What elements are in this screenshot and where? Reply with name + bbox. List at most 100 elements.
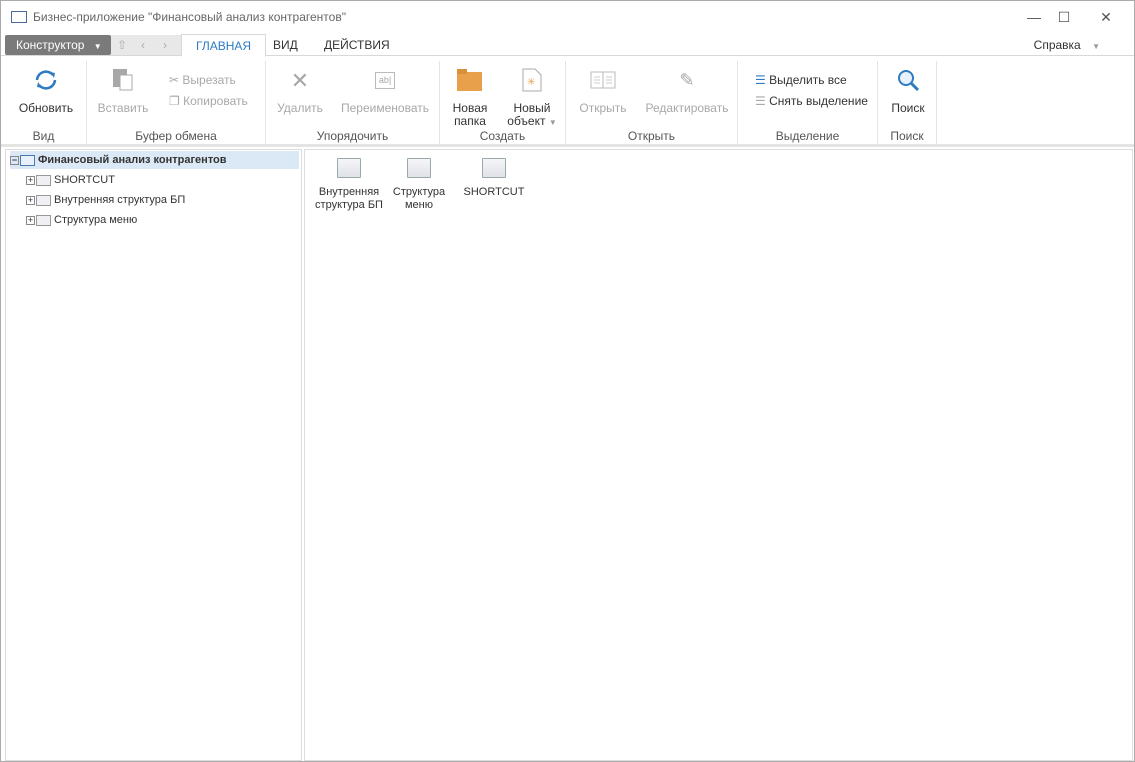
edit-button[interactable]: ✎ Редактировать <box>642 65 732 115</box>
group-view: Обновить Вид <box>1 61 87 145</box>
item-label: Структура <box>392 186 446 198</box>
group-open: Открыть ✎ Редактировать Открыть <box>566 61 738 145</box>
title-bar: Бизнес-приложение "Финансовый анализ кон… <box>1 1 1134 33</box>
item-label: меню <box>404 199 433 211</box>
constructor-dropdown[interactable]: Конструктор ▼ <box>5 35 111 55</box>
new-object-icon: ✳ <box>522 68 542 92</box>
select-all-button[interactable]: ☰ Выделить все <box>755 73 847 87</box>
content-pane: Внутренняя структура БП Структура меню SHO… <box>304 149 1133 761</box>
forward-icon[interactable]: › <box>163 35 167 55</box>
paste-icon <box>113 69 133 91</box>
search-icon <box>898 70 920 92</box>
rename-label: Переименовать <box>341 101 429 115</box>
cut-label: Вырезать <box>182 73 236 87</box>
tab-home[interactable]: ГЛАВНАЯ <box>181 34 267 57</box>
group-search: Поиск Поиск <box>878 61 937 145</box>
folder-icon <box>337 158 361 178</box>
tree-root-label: Финансовый анализ контрагентов <box>38 154 227 166</box>
app-icon <box>11 11 27 23</box>
search-button[interactable]: Поиск <box>884 65 932 115</box>
delete-button[interactable]: ✕ Удалить <box>274 65 326 115</box>
rename-button[interactable]: ab| Переименовать <box>340 65 430 115</box>
content-item[interactable]: Структура меню <box>389 158 449 212</box>
tree-item[interactable]: + Внутренняя структура БП <box>26 191 185 209</box>
group-label: Выделение <box>775 129 840 143</box>
refresh-button[interactable]: Обновить <box>15 65 77 115</box>
pencil-icon: ✎ <box>679 69 695 90</box>
deselect-label: Снять выделение <box>769 94 868 108</box>
group-label: Буфер обмена <box>135 129 217 143</box>
deselect-button[interactable]: ☰ Снять выделение <box>755 94 868 108</box>
group-label: Поиск <box>890 129 924 143</box>
content-item[interactable]: SHORTCUT <box>461 158 527 199</box>
open-button[interactable]: Открыть <box>574 65 632 115</box>
up-icon[interactable]: ⇧ <box>117 35 127 55</box>
select-all-icon: ☰ <box>755 73 766 87</box>
new-folder-label-1: Новая <box>452 101 488 115</box>
paste-label: Вставить <box>97 101 149 115</box>
ribbon: Обновить Вид Вставить ✂ Вырезать ❐ Копир… <box>1 57 1134 147</box>
scissors-icon: ✂ <box>169 73 180 87</box>
paste-button[interactable]: Вставить <box>95 65 151 115</box>
expand-icon[interactable]: + <box>26 215 35 225</box>
item-label: SHORTCUT <box>463 186 525 198</box>
collapse-icon[interactable]: − <box>10 155 19 165</box>
tree-root[interactable]: − Финансовый анализ контрагентов <box>10 151 299 169</box>
chevron-down-icon: ▼ <box>93 42 102 51</box>
folder-icon <box>36 194 51 206</box>
new-object-button[interactable]: ✳ Новый объект ▼ <box>504 65 560 129</box>
edit-label: Редактировать <box>645 101 729 115</box>
group-create: Новая папка ✳ Новый объект ▼ Создать <box>440 61 566 145</box>
folder-icon <box>482 158 506 178</box>
tree-item-label: SHORTCUT <box>54 174 115 186</box>
group-label: Упорядочить <box>316 129 389 143</box>
maximize-button[interactable]: ☐ <box>1044 5 1084 29</box>
rename-icon: ab| <box>374 71 396 89</box>
help-menu[interactable]: Справка ▼ <box>1034 38 1100 52</box>
folder-tree: − Финансовый анализ контрагентов + SHORTCU… <box>5 149 302 761</box>
svg-text:✳: ✳ <box>527 77 535 88</box>
copy-icon: ❐ <box>169 94 180 108</box>
back-icon[interactable]: ‹ <box>141 35 145 55</box>
help-label: Справка <box>1033 38 1081 52</box>
group-label: Открыть <box>627 129 676 143</box>
item-label: структура БП <box>315 199 383 211</box>
group-selection: ☰ Выделить все ☰ Снять выделение Выделен… <box>738 61 878 145</box>
open-label: Открыть <box>579 101 627 115</box>
nav-bar: ⇧ ‹ › <box>111 35 181 55</box>
chevron-down-icon: ▼ <box>1092 42 1100 51</box>
group-label: Создать <box>479 129 526 143</box>
content-item[interactable]: Внутренняя структура БП <box>311 158 387 212</box>
expand-icon[interactable]: + <box>26 175 35 185</box>
deselect-icon: ☰ <box>755 94 766 108</box>
cut-button[interactable]: ✂ Вырезать <box>169 73 236 87</box>
expand-icon[interactable]: + <box>26 195 35 205</box>
new-folder-button[interactable]: Новая папка <box>448 65 492 128</box>
copy-button[interactable]: ❐ Копировать <box>169 94 248 108</box>
chevron-down-icon: ▼ <box>548 118 557 127</box>
delete-icon: ✕ <box>290 67 310 93</box>
search-label: Поиск <box>891 101 925 115</box>
tree-item[interactable]: + SHORTCUT <box>26 171 115 189</box>
open-icon <box>590 71 616 89</box>
select-all-label: Выделить все <box>769 73 847 87</box>
app-window: Бизнес-приложение "Финансовый анализ кон… <box>0 0 1135 762</box>
delete-label: Удалить <box>277 101 323 115</box>
folder-icon <box>36 214 51 226</box>
folder-icon <box>457 69 482 91</box>
window-title: Бизнес-приложение "Финансовый анализ кон… <box>33 10 346 24</box>
ribbon-tabs: Конструктор ▼ ⇧ ‹ › ГЛАВНАЯ ВИД ДЕЙСТВИЯ… <box>1 34 1134 57</box>
tree-item-label: Внутренняя структура БП <box>54 194 186 206</box>
tab-actions[interactable]: ДЕЙСТВИЯ <box>310 34 404 56</box>
group-arrange: ✕ Удалить ab| Переименовать Упорядочить <box>266 61 440 145</box>
new-folder-label-2: папка <box>454 114 486 128</box>
constructor-label: Конструктор <box>16 38 85 52</box>
tab-view[interactable]: ВИД <box>259 34 312 56</box>
new-object-label-2: объект <box>507 114 546 128</box>
group-clipboard: Вставить ✂ Вырезать ❐ Копировать Буфер о… <box>87 61 266 145</box>
close-button[interactable]: ✕ <box>1086 5 1126 29</box>
tree-item[interactable]: + Структура меню <box>26 211 137 229</box>
refresh-label: Обновить <box>18 101 74 115</box>
folder-icon <box>407 158 431 178</box>
copy-label: Копировать <box>183 94 248 108</box>
